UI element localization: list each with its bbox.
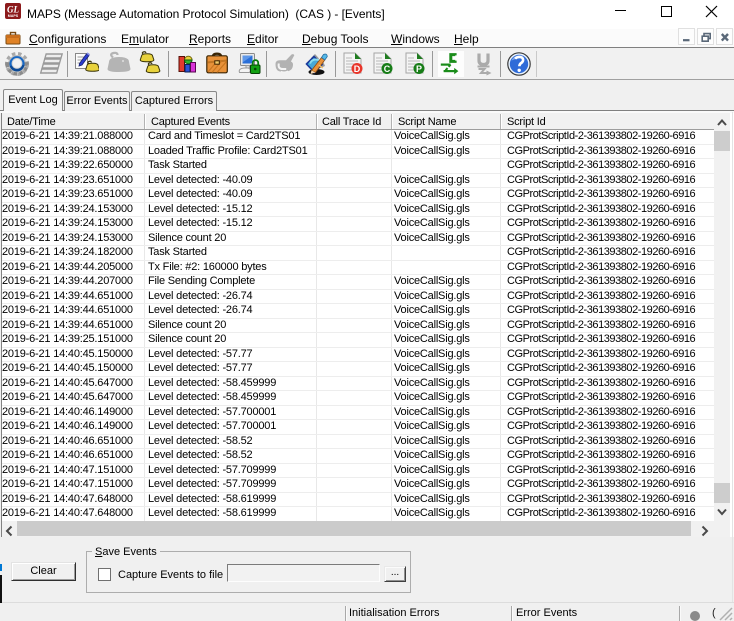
svg-text:MAPS: MAPS: [8, 14, 19, 18]
svg-text:C: C: [384, 64, 391, 74]
svg-text:P: P: [416, 64, 422, 74]
svg-text:GL: GL: [7, 5, 19, 15]
svg-text:D: D: [354, 64, 361, 74]
